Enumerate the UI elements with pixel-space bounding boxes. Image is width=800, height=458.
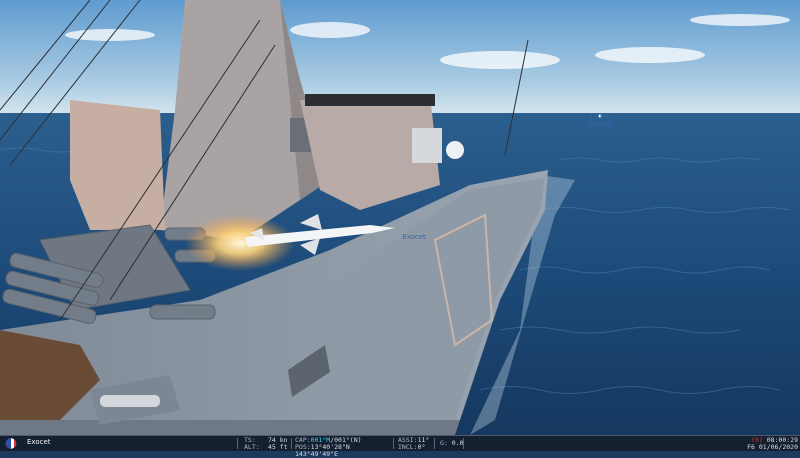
- gun-label-name: 4.7nm: [588, 113, 612, 121]
- g-value: 0.0: [451, 439, 464, 447]
- hud-separator: [463, 438, 464, 449]
- status-bar: Exocet TS: 74 kn ALT: 45 ft CAP:001°M/00…: [0, 435, 800, 458]
- missile-label[interactable]: Exocet: [398, 233, 430, 241]
- gun-label-subtitle: Foudre: [588, 121, 612, 129]
- game-viewport[interactable]: [0, 0, 800, 450]
- flag-icon: [2, 438, 22, 449]
- hud-separator: [393, 438, 394, 449]
- hud-separator: [291, 438, 292, 449]
- g-label: G:: [440, 439, 448, 447]
- hud-separator: [434, 438, 435, 449]
- weapon-name[interactable]: Exocet: [27, 438, 51, 454]
- g-force-readout: G: 0.0: [440, 439, 464, 455]
- gun-label[interactable]: 4.7nm Foudre: [580, 113, 620, 129]
- hud-separator: [237, 438, 238, 449]
